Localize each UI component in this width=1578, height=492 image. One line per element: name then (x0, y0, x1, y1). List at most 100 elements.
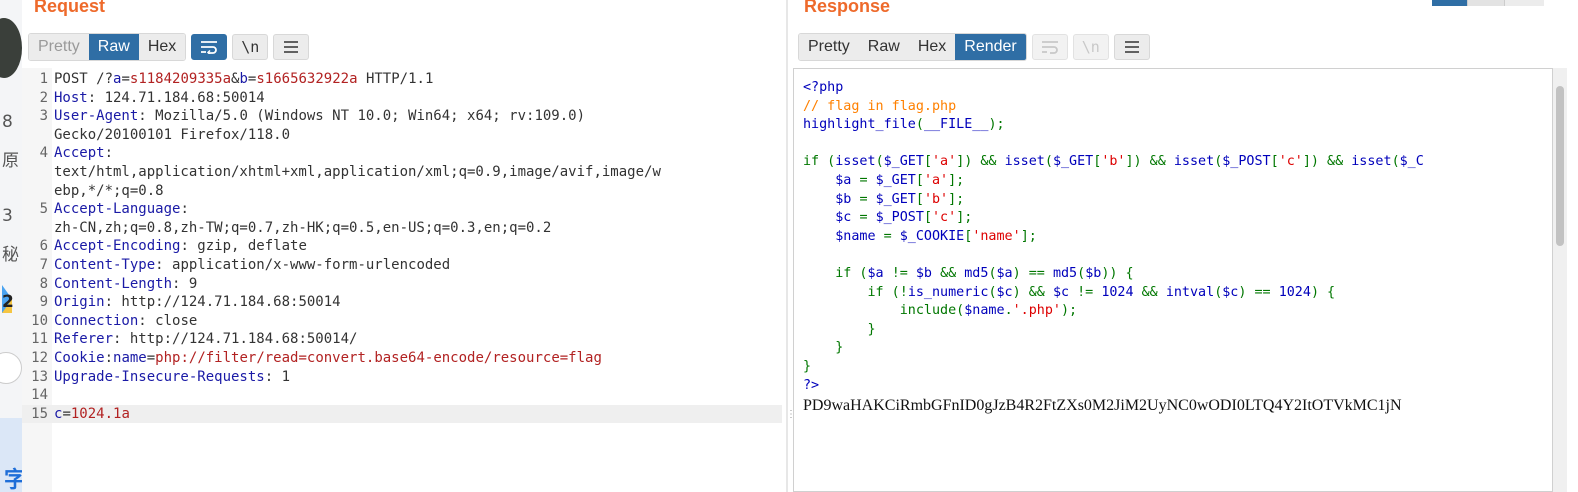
php-token: ]) && (1125, 154, 1174, 170)
request-line[interactable]: 6 Accept-Encoding: gzip, deflate (22, 237, 782, 256)
response-tab-raw[interactable]: Raw (858, 34, 909, 60)
request-line[interactable]: ebp,*/*;q=0.8 (22, 182, 782, 201)
layout-toggle-option[interactable] (1467, 0, 1504, 6)
code-text: : 124.71.184.68:50014 (87, 89, 265, 106)
response-tab-render[interactable]: Render (955, 34, 1026, 60)
php-source-line: if ($a != $b && md5($a) == md5($b)) { (803, 265, 1424, 284)
php-token: [ (923, 154, 932, 170)
request-title: Request (34, 0, 106, 16)
scrollbar-thumb[interactable] (1556, 86, 1564, 246)
php-token: if (! (803, 284, 908, 300)
request-tab-raw[interactable]: Raw (88, 34, 139, 60)
php-token: $_GET (1052, 154, 1094, 170)
line-code: Gecko/20100101 Firefox/118.0 (54, 126, 290, 145)
request-line[interactable]: Gecko/20100101 Firefox/118.0 (22, 126, 782, 145)
php-token: include( (803, 303, 965, 319)
php-token: ( (875, 154, 884, 170)
php-source-line (803, 246, 1424, 265)
request-line[interactable]: 10 Connection: close (22, 312, 782, 331)
request-tab-hex[interactable]: Hex (138, 34, 186, 60)
response-render-area[interactable]: <?php// flag in flag.php highlight_file(_… (793, 68, 1553, 492)
php-token: ( (1044, 154, 1053, 170)
show-newlines-button[interactable]: \n (232, 34, 269, 60)
show-newlines-button[interactable]: \n (1072, 34, 1109, 60)
request-line[interactable]: 13 Upgrade-Insecure-Requests: 1 (22, 368, 782, 387)
circle-button (0, 352, 22, 384)
request-line[interactable]: 15 c=1024.1a (22, 404, 782, 424)
php-token: != (1077, 284, 1102, 300)
line-code: Accept-Encoding: gzip, deflate (54, 237, 307, 256)
param-value: s1184209335a (129, 71, 232, 87)
php-token: ) && (1012, 284, 1053, 300)
php-source-line: } (803, 321, 1424, 340)
request-editor[interactable]: 1 POST /?a=s1184209335a&b=s1665632922a HT… (22, 68, 782, 492)
line-number: 14 (31, 387, 48, 404)
line-number: 11 (31, 331, 48, 348)
code-text: text/html,application/xhtml+xml,applicat… (54, 163, 661, 180)
request-line[interactable]: text/html,application/xhtml+xml,applicat… (22, 163, 782, 182)
request-line[interactable]: 14 (22, 386, 782, 405)
response-tab-pretty[interactable]: Pretty (799, 34, 859, 60)
header-name: User-Agent (54, 108, 139, 125)
request-toolbar: Pretty Raw Hex \n (28, 33, 310, 61)
line-code: Origin: http://124.71.184.68:50014 (54, 293, 341, 312)
php-token: ( (988, 265, 997, 281)
line-code: Referer: http://124.71.184.68:50014/ (54, 330, 357, 349)
request-line[interactable]: 4 Accept: (22, 144, 782, 163)
header-name: b (239, 71, 248, 87)
request-line[interactable]: zh-CN,zh;q=0.8,zh-TW;q=0.7,zh-HK;q=0.5,e… (22, 219, 782, 238)
php-token: $_GET (875, 172, 916, 188)
php-source-line: <?php (803, 79, 1424, 98)
php-token: } (803, 340, 844, 356)
request-line[interactable]: 5 Accept-Language: (22, 200, 782, 219)
response-tab-hex[interactable]: Hex (908, 34, 956, 60)
background-text: 8 (2, 112, 13, 132)
request-line[interactable]: 8 Content-Length: 9 (22, 275, 782, 294)
php-token: $name (964, 303, 1005, 319)
header-name: Accept (54, 145, 105, 162)
line-code: text/html,application/xhtml+xml,applicat… (54, 163, 661, 182)
request-line[interactable]: 2 Host: 124.71.184.68:50014 (22, 89, 782, 108)
php-source-highlight: <?php// flag in flag.php highlight_file(_… (803, 79, 1424, 395)
header-name: Content-Length (54, 275, 173, 292)
php-token: intval (1165, 284, 1215, 300)
php-token: 1024 (1101, 284, 1142, 300)
layout-toggle-option[interactable] (1432, 0, 1468, 6)
layout-toggle-option[interactable] (1503, 0, 1544, 6)
php-token: $c (803, 210, 860, 226)
php-token: = (883, 228, 900, 244)
request-line[interactable]: 12 Cookie:name=php://filter/read=convert.… (22, 349, 782, 368)
request-line[interactable]: 9 Origin: http://124.71.184.68:50014 (22, 293, 782, 312)
php-token: md5 (964, 265, 989, 281)
code-text: : 9 (172, 275, 198, 292)
php-source-line: } (803, 339, 1424, 358)
request-line[interactable]: 1 POST /?a=s1184209335a&b=s1665632922a HT… (22, 70, 782, 89)
wrap-lines-icon[interactable] (1031, 34, 1068, 60)
php-token: $name (803, 228, 884, 244)
hamburger-menu-icon[interactable] (273, 34, 310, 60)
php-source-line: if (!is_numeric($c) && $c != 1024 && int… (803, 284, 1424, 303)
php-token: $c (1222, 284, 1239, 300)
left-background-strip: 8 原 3 秘 2 字 (0, 0, 22, 492)
request-line[interactable]: 11 Referer: http://124.71.184.68:50014/ (22, 330, 782, 349)
php-token: [ (1270, 154, 1279, 170)
request-line[interactable]: 3 User-Agent: Mozilla/5.0 (Windows NT 10.… (22, 107, 782, 126)
php-token: } (803, 321, 876, 337)
param-value: s1665632922a (256, 71, 358, 87)
code-text: : 1 (264, 368, 291, 385)
php-token: $_GET (875, 191, 916, 207)
php-token: $_C (1399, 154, 1424, 170)
wrap-lines-icon[interactable] (191, 34, 228, 60)
request-tab-pretty[interactable]: Pretty (29, 34, 89, 60)
php-token: ]) && (1302, 154, 1352, 170)
php-source-line (803, 135, 1424, 154)
hamburger-menu-icon[interactable] (1113, 34, 1150, 60)
php-token: [ (923, 210, 932, 226)
request-line[interactable]: 7 Content-Type: application/x-www-form-ur… (22, 256, 782, 275)
resize-grip-icon[interactable]: ⋮ (786, 410, 796, 432)
php-token: ]; (948, 191, 965, 207)
header-name: Referer (54, 331, 114, 348)
layout-toggle[interactable] (1432, 0, 1544, 6)
php-token: ) == (1012, 265, 1053, 281)
php-token: ]; (956, 210, 973, 226)
